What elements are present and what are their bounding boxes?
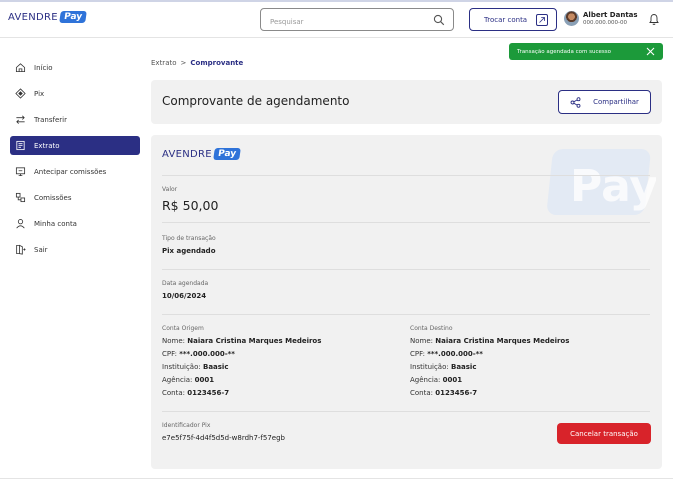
destination-agency: Agência: 0001 <box>410 376 463 384</box>
destination-institution: Instituição: Baasic <box>410 363 477 371</box>
success-toast: Transação agendada com sucesso <box>509 43 663 60</box>
brand-badge: Pay <box>59 11 87 23</box>
breadcrumb-current: Comprovante <box>190 59 244 67</box>
sidebar-item-antecipar-comissoes[interactable]: Antecipar comissões <box>10 162 140 181</box>
divider <box>162 175 650 176</box>
top-bar: AVENDRE Pay Trocar conta Albert Dantas 0… <box>0 0 673 38</box>
brand-badge: Pay <box>213 148 241 160</box>
origin-account: Conta: 0123456-7 <box>162 389 230 397</box>
divider <box>162 314 650 315</box>
breadcrumb: Extrato > Comprovante <box>151 59 243 67</box>
share-icon <box>570 96 581 108</box>
receipt-brand-logo: AVENDRE Pay <box>162 148 241 160</box>
origin-cpf: CPF: ***.000.000-** <box>162 350 235 358</box>
amount-value: R$ 50,00 <box>162 198 219 213</box>
anticipate-icon <box>15 167 26 177</box>
search-icon[interactable] <box>433 14 445 26</box>
sidebar-item-sair[interactable]: Sair <box>10 240 140 259</box>
share-button[interactable]: Compartilhar <box>558 90 651 114</box>
sidebar-item-pix[interactable]: Pix <box>10 84 140 103</box>
user-name: Albert Dantas <box>583 11 638 19</box>
destination-account: Conta: 0123456-7 <box>410 389 478 397</box>
switch-account-button[interactable]: Trocar conta <box>469 8 557 31</box>
pay-watermark-icon: Pay <box>547 149 656 215</box>
receipt-card: Pay AVENDRE Pay Valor R$ 50,00 Tipo de t… <box>151 135 662 469</box>
avatar[interactable] <box>564 11 579 26</box>
cancel-transaction-button[interactable]: Cancelar transação <box>557 423 651 444</box>
search-box[interactable] <box>260 8 454 33</box>
transaction-type-value: Pix agendado <box>162 247 216 255</box>
sidebar-item-inicio[interactable]: Início <box>10 58 140 77</box>
pix-id-label: Identificador Pix <box>162 422 211 429</box>
brand-name: AVENDRE <box>162 148 212 160</box>
sidebar-item-label: Pix <box>34 89 45 98</box>
sidebar-item-transferir[interactable]: Transferir <box>10 110 140 129</box>
home-icon <box>15 63 26 73</box>
divider <box>162 222 650 223</box>
sidebar-item-comissoes[interactable]: Comissões <box>10 188 140 207</box>
origin-agency: Agência: 0001 <box>162 376 215 384</box>
switch-account-icon <box>536 14 548 26</box>
sidebar-item-label: Minha conta <box>34 219 77 228</box>
sidebar-item-minha-conta[interactable]: Minha conta <box>10 214 140 233</box>
page-title: Comprovante de agendamento <box>162 94 350 108</box>
origin-institution: Instituição: Baasic <box>162 363 229 371</box>
pix-icon <box>15 88 26 99</box>
page-header: Comprovante de agendamento Compartilhar <box>151 80 662 124</box>
sidebar-item-label: Sair <box>34 245 48 254</box>
sidebar-item-label: Comissões <box>34 193 72 202</box>
divider <box>162 269 650 270</box>
sidebar-item-label: Antecipar comissões <box>34 167 107 176</box>
svg-text:Pay: Pay <box>570 161 656 212</box>
amount-label: Valor <box>162 186 178 193</box>
divider <box>162 411 650 412</box>
sidebar-item-label: Extrato <box>34 141 60 150</box>
sidebar-item-extrato[interactable]: Extrato <box>10 136 140 155</box>
transfer-icon <box>16 115 25 124</box>
destination-name: Nome: Naiara Cristina Marques Medeiros <box>410 337 570 345</box>
statement-icon <box>16 140 25 151</box>
close-icon[interactable] <box>646 47 655 56</box>
toast-message: Transação agendada com sucesso <box>517 48 611 55</box>
sidebar: Início Pix Transferir Extrato Antecipar … <box>0 38 148 481</box>
breadcrumb-separator: > <box>180 59 187 67</box>
logout-icon <box>16 244 26 255</box>
origin-name: Nome: Naiara Cristina Marques Medeiros <box>162 337 322 345</box>
sidebar-item-label: Início <box>34 63 53 72</box>
transaction-type-label: Tipo de transação <box>162 235 216 242</box>
destination-account-title: Conta Destino <box>410 325 453 332</box>
origin-account-title: Conta Origem <box>162 325 204 332</box>
divider <box>0 478 673 479</box>
destination-cpf: CPF: ***.000.000-** <box>410 350 483 358</box>
scheduled-date-label: Data agendada <box>162 280 209 287</box>
scheduled-date-value: 10/06/2024 <box>162 292 207 300</box>
user-icon <box>16 219 25 229</box>
user-document: 000.000.000-00 <box>583 20 627 26</box>
brand-logo[interactable]: AVENDRE Pay <box>8 11 87 23</box>
breadcrumb-parent[interactable]: Extrato <box>151 59 177 67</box>
search-input[interactable] <box>261 11 421 33</box>
commissions-icon <box>15 192 26 203</box>
bell-icon[interactable] <box>648 13 660 26</box>
switch-account-label: Trocar conta <box>484 15 528 24</box>
brand-name: AVENDRE <box>8 11 58 23</box>
sidebar-item-label: Transferir <box>34 115 67 124</box>
share-label: Compartilhar <box>593 98 639 106</box>
pix-id-value: e7e5f75f-4d4f5d5d-w8rdh7-f57egb <box>162 434 285 442</box>
